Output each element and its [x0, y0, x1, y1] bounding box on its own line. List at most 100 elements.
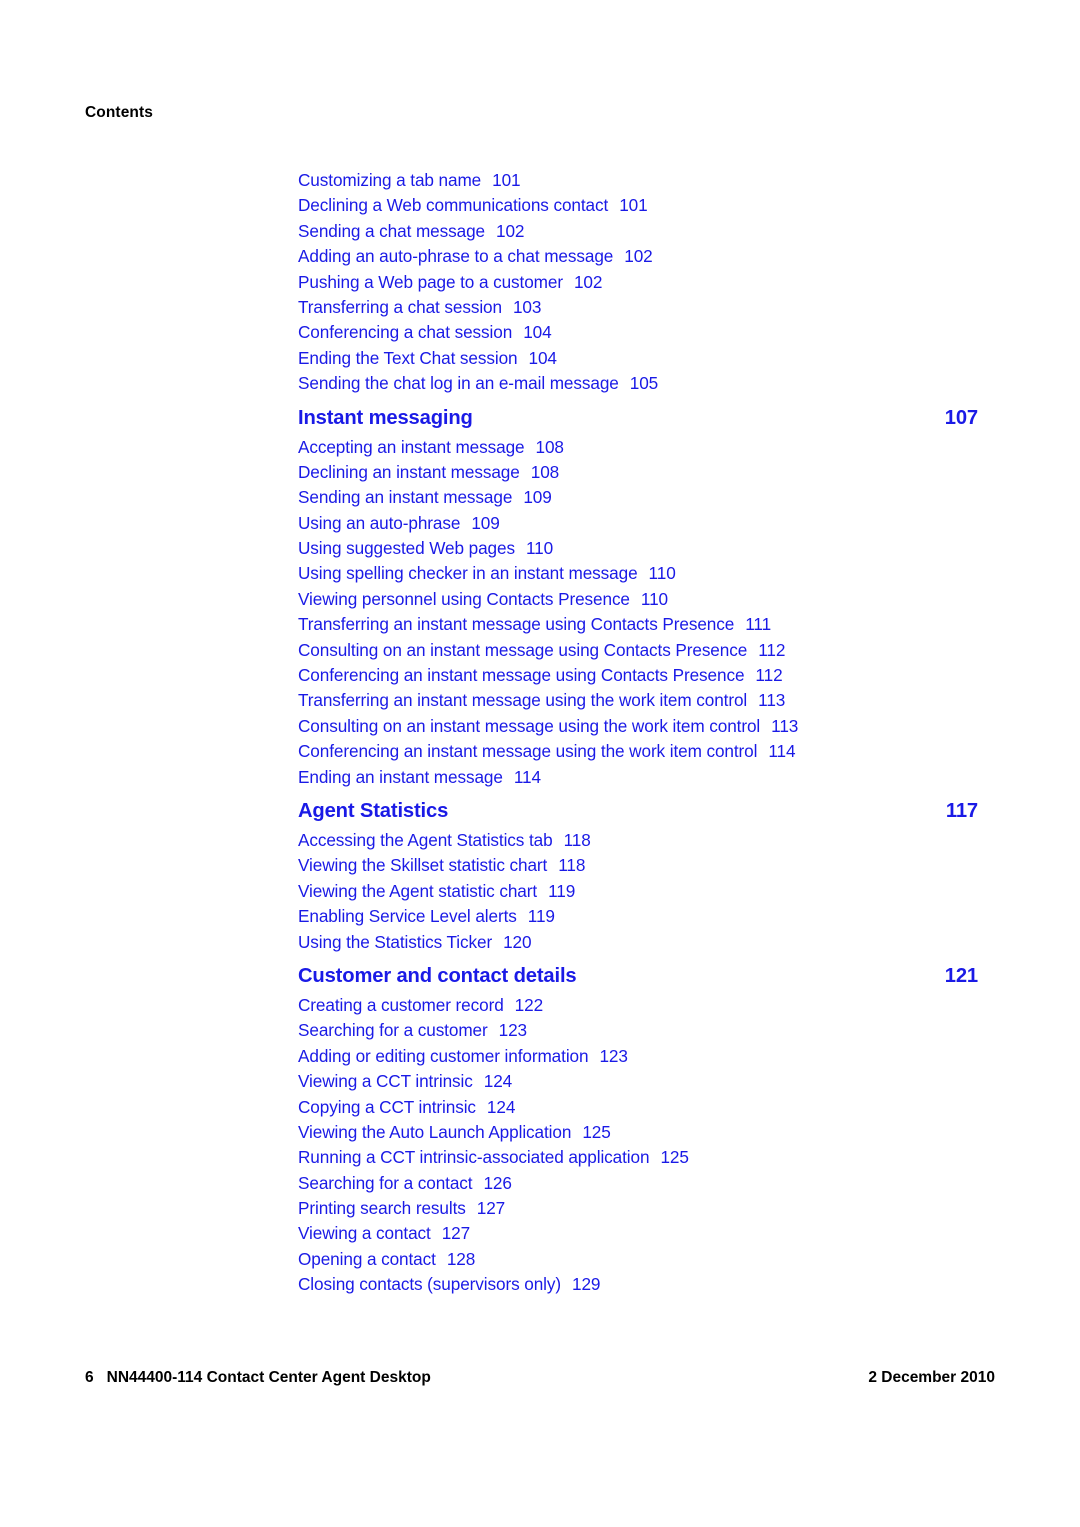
toc-entry-title: Declining an instant message: [298, 461, 520, 482]
toc-entry[interactable]: Viewing a contact 127: [298, 1221, 978, 1246]
page-footer: 6 NN44400-114 Contact Center Agent Deskto…: [85, 1368, 995, 1388]
footer-left-group: 6 NN44400-114 Contact Center Agent Deskto…: [85, 1368, 431, 1388]
toc-section-entry[interactable]: Customer and contact details 121: [298, 959, 978, 993]
toc-entry-page-number: 122: [514, 994, 544, 1015]
toc-entry[interactable]: Transferring a chat session 103: [298, 295, 978, 320]
toc-entry[interactable]: Opening a contact 128: [298, 1247, 978, 1272]
toc-entry[interactable]: Sending a chat message 102: [298, 219, 978, 244]
toc-entry-page-number: 127: [441, 1223, 471, 1244]
toc-entry[interactable]: Using spelling checker in an instant mes…: [298, 561, 978, 586]
toc-entry-page-number: 102: [624, 246, 653, 267]
toc-entry-title: Pushing a Web page to a customer: [298, 271, 563, 292]
toc-entry[interactable]: Declining an instant message 108: [298, 460, 978, 485]
toc-entry[interactable]: Ending an instant message 114: [298, 765, 978, 790]
toc-entry[interactable]: Sending an instant message 109: [298, 485, 978, 510]
toc-entry[interactable]: Viewing the Skillset statistic chart 118: [298, 853, 978, 878]
toc-entry-page-number: 114: [768, 741, 796, 762]
footer-document-title: NN44400-114 Contact Center Agent Desktop: [106, 1369, 431, 1386]
toc-entry-title: Conferencing an instant message using th…: [298, 741, 758, 762]
toc-entry[interactable]: Adding or editing customer information 12…: [298, 1044, 978, 1069]
toc-entry[interactable]: Conferencing an instant message using th…: [298, 739, 978, 764]
toc-entry-page-number: 110: [640, 588, 669, 609]
toc-entry-page-number: 109: [523, 487, 552, 508]
toc-entry[interactable]: Pushing a Web page to a customer 102: [298, 270, 978, 295]
toc-entry-title: Consulting on an instant message using C…: [298, 639, 748, 660]
toc-entry-title: Searching for a customer: [298, 1020, 488, 1041]
toc-section-entry[interactable]: Instant messaging 107: [298, 401, 978, 435]
toc-entry[interactable]: Closing contacts (supervisors only) 129: [298, 1272, 978, 1297]
toc-entry[interactable]: Consulting on an instant message using C…: [298, 638, 978, 663]
toc-entry-page-number: 117: [945, 799, 978, 822]
toc-entry-page-number: 110: [525, 538, 554, 559]
toc-entry-page-number: 120: [503, 931, 532, 952]
toc-entry[interactable]: Consulting on an instant message using t…: [298, 714, 978, 739]
toc-entry[interactable]: Adding an auto-phrase to a chat message 1…: [298, 244, 978, 269]
toc-entry[interactable]: Conferencing a chat session 104: [298, 320, 978, 345]
toc-entry[interactable]: Creating a customer record 122: [298, 993, 978, 1018]
toc-entry-title: Instant messaging: [298, 406, 473, 429]
footer-date: 2 December 2010: [868, 1369, 995, 1386]
toc-entry-title: Running a CCT intrinsic-associated appli…: [298, 1147, 650, 1168]
toc-entry[interactable]: Conferencing an instant message using Co…: [298, 663, 978, 688]
toc-entry-page-number: 107: [944, 406, 978, 429]
toc-entry[interactable]: Sending the chat log in an e-mail messag…: [298, 371, 978, 396]
toc-entry-title: Declining a Web communications contact: [298, 195, 609, 216]
toc-entry-page-number: 113: [758, 690, 786, 711]
toc-entry-page-number: 102: [496, 220, 525, 241]
toc-entry-page-number: 109: [471, 512, 500, 533]
toc-entry[interactable]: Viewing the Auto Launch Application 125: [298, 1120, 978, 1145]
toc-entry-page-number: 102: [573, 271, 603, 292]
toc-entry[interactable]: Using suggested Web pages 110: [298, 536, 978, 561]
toc-entry[interactable]: Copying a CCT intrinsic 124: [298, 1095, 978, 1120]
toc-entry[interactable]: Searching for a customer 123: [298, 1018, 978, 1043]
toc-entry-title: Creating a customer record: [298, 994, 504, 1015]
toc-entry-title: Ending the Text Chat session: [298, 347, 518, 368]
toc-section-entry[interactable]: Agent Statistics 117: [298, 794, 978, 828]
toc-entry-page-number: 125: [582, 1121, 611, 1142]
toc-entry[interactable]: Using the Statistics Ticker 120: [298, 930, 978, 955]
toc-entry-title: Transferring a chat session: [298, 296, 502, 317]
table-of-contents: Customizing a tab name 101 Declining a Web…: [298, 168, 978, 1298]
toc-entry[interactable]: Transferring an instant message using th…: [298, 688, 978, 713]
toc-entry-page-number: 119: [548, 880, 576, 901]
toc-entry-title: Searching for a contact: [298, 1172, 473, 1193]
toc-entry[interactable]: Searching for a contact 126: [298, 1171, 978, 1196]
toc-entry[interactable]: Viewing a CCT intrinsic 124: [298, 1069, 978, 1094]
toc-entry[interactable]: Ending the Text Chat session 104: [298, 346, 978, 371]
toc-entry-page-number: 113: [771, 715, 799, 736]
toc-entry-title: Accepting an instant message: [298, 436, 525, 457]
toc-entry-page-number: 101: [619, 195, 648, 216]
toc-entry-title: Transferring an instant message using Co…: [298, 614, 735, 635]
toc-entry-page-number: 104: [523, 322, 552, 343]
toc-entry[interactable]: Declining a Web communications contact 10…: [298, 193, 978, 218]
toc-entry[interactable]: Accepting an instant message 108: [298, 435, 978, 460]
toc-entry-page-number: 125: [660, 1147, 689, 1168]
toc-entry[interactable]: Using an auto-phrase 109: [298, 511, 978, 536]
toc-entry-title: Viewing the Agent statistic chart: [298, 880, 538, 901]
toc-entry-page-number: 123: [599, 1045, 628, 1066]
toc-entry-title: Viewing a CCT intrinsic: [298, 1071, 473, 1092]
toc-entry-title: Consulting on an instant message using t…: [298, 715, 761, 736]
toc-entry[interactable]: Customizing a tab name 101: [298, 168, 978, 193]
toc-entry-page-number: 110: [648, 563, 676, 584]
toc-entry[interactable]: Transferring an instant message using Co…: [298, 612, 978, 637]
page-number: 6: [85, 1369, 94, 1386]
toc-entry-title: Customer and contact details: [298, 964, 577, 987]
toc-entry-page-number: 127: [476, 1198, 506, 1219]
toc-entry-page-number: 123: [498, 1020, 528, 1041]
toc-entry[interactable]: Printing search results 127: [298, 1196, 978, 1221]
toc-entry-page-number: 108: [535, 436, 564, 457]
toc-entry-title: Sending an instant message: [298, 487, 513, 508]
toc-entry[interactable]: Viewing the Agent statistic chart 119: [298, 879, 978, 904]
toc-entry-title: Accessing the Agent Statistics tab: [298, 829, 553, 850]
toc-entry-page-number: 104: [528, 347, 557, 368]
toc-entry[interactable]: Running a CCT intrinsic-associated appli…: [298, 1145, 978, 1170]
toc-entry-page-number: 128: [446, 1248, 476, 1269]
toc-entry-page-number: 124: [483, 1071, 513, 1092]
toc-entry-page-number: 121: [944, 964, 978, 987]
toc-entry[interactable]: Viewing personnel using Contacts Presenc…: [298, 587, 978, 612]
toc-entry-title: Using the Statistics Ticker: [298, 931, 493, 952]
toc-entry-page-number: 129: [572, 1274, 601, 1295]
toc-entry[interactable]: Enabling Service Level alerts 119: [298, 904, 978, 929]
toc-entry[interactable]: Accessing the Agent Statistics tab 118: [298, 828, 978, 853]
